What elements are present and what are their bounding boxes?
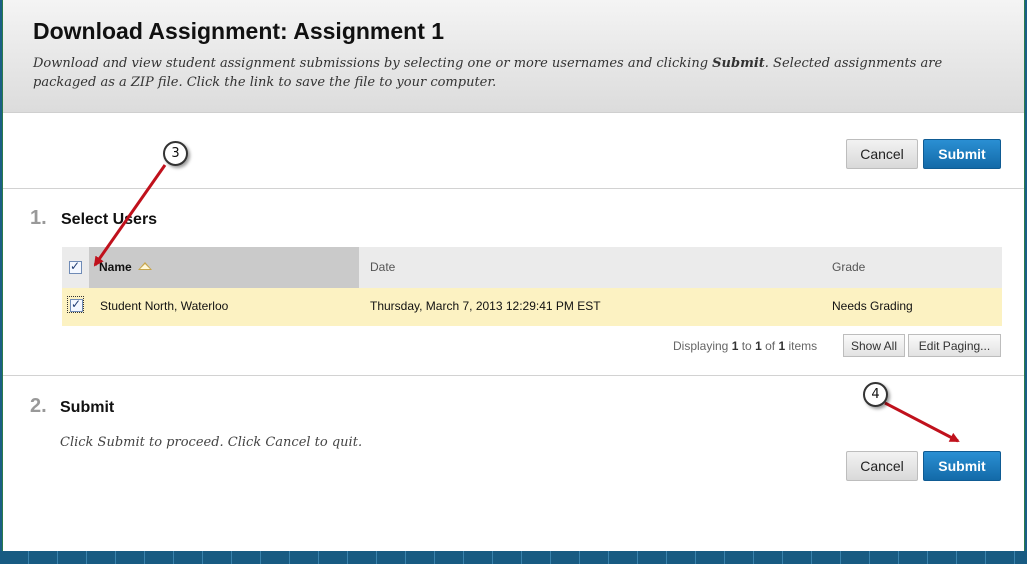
arrow-to-submit [884,401,960,443]
arrow-to-select-all [93,164,167,267]
callout-marker-4: 4 [863,382,888,407]
download-assignment-window: Download Assignment: Assignment 1 Downlo… [2,0,1025,551]
desktop-background-band [0,551,1027,564]
annotation-arrows [93,164,960,443]
callout-marker-3: 3 [163,141,188,166]
